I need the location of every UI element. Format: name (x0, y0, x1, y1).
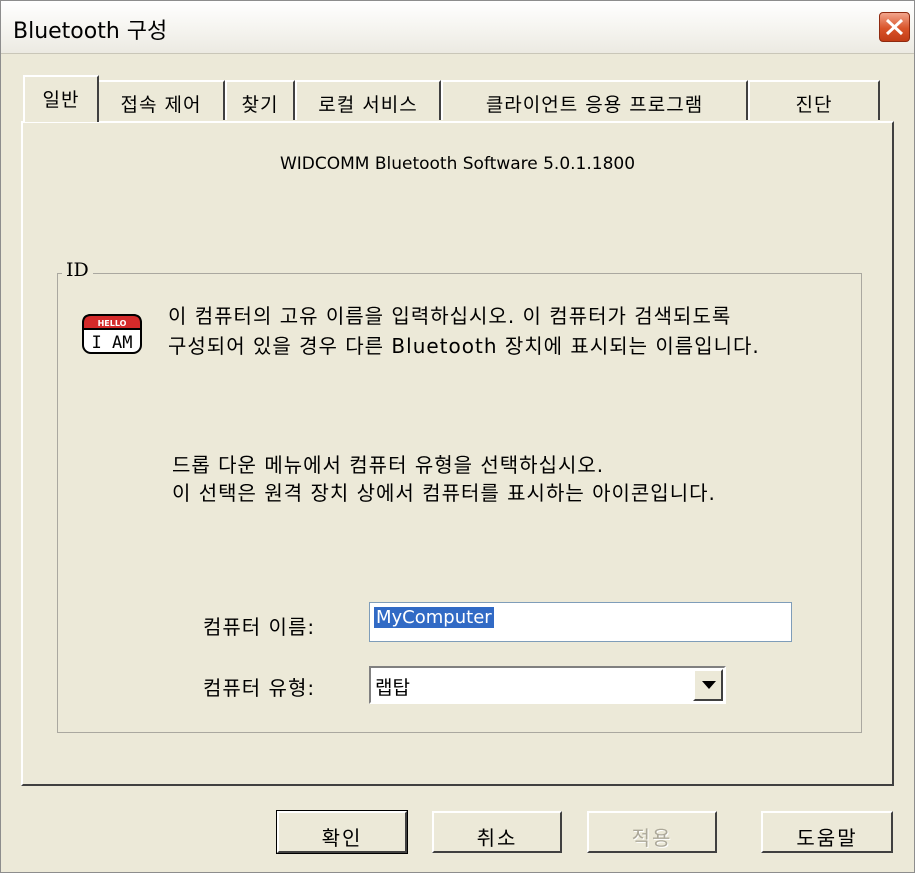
general-tab-panel: WIDCOMM Bluetooth Software 5.0.1.1800 ID… (21, 121, 894, 786)
title-bar[interactable]: Bluetooth 구성 (1, 1, 914, 54)
ok-button[interactable]: 확인 (276, 810, 408, 854)
computer-type-select[interactable]: 랩탑 (369, 666, 726, 704)
computer-type-label: 컴퓨터 유형: (203, 676, 316, 700)
type-description-line2: 이 선택은 원격 장치 상에서 컴퓨터를 표시하는 아이콘입니다. (172, 481, 716, 505)
id-groupbox: ID HELLO I AM 이 컴퓨터의 고유 이름을 입력하십시오. 이 컴퓨… (57, 259, 862, 733)
hello-i-am-icon: HELLO I AM (82, 314, 142, 354)
tab-diagnostics[interactable]: 진단 (748, 80, 880, 120)
tab-connection-control[interactable]: 접속 제어 (97, 80, 225, 120)
help-button[interactable]: 도움말 (761, 811, 893, 853)
type-description-line1: 드롭 다운 메뉴에서 컴퓨터 유형을 선택하십시오. (172, 453, 605, 477)
computer-name-value: MyComputer (374, 607, 494, 628)
bluetooth-config-dialog: Bluetooth 구성 일반 접속 제어 찾기 로컬 서비스 클라이언트 응용… (0, 0, 915, 873)
tab-find[interactable]: 찾기 (225, 80, 295, 120)
computer-type-value: 랩탑 (375, 677, 410, 699)
name-description: 이 컴퓨터의 고유 이름을 입력하십시오. 이 컴퓨터가 검색되도록 구성되어 … (168, 301, 760, 361)
icon-i-am-text: I AM (92, 333, 133, 353)
name-description-line1: 이 컴퓨터의 고유 이름을 입력하십시오. 이 컴퓨터가 검색되도록 (168, 304, 732, 328)
computer-name-input[interactable]: MyComputer (369, 602, 792, 642)
close-icon (885, 18, 904, 36)
window-title: Bluetooth 구성 (13, 19, 168, 44)
close-button[interactable] (879, 12, 910, 42)
cancel-button[interactable]: 취소 (432, 811, 562, 853)
icon-hello-text: HELLO (98, 319, 127, 328)
computer-name-label: 컴퓨터 이름: (203, 615, 316, 639)
id-group-label: ID (62, 259, 93, 281)
dropdown-button[interactable] (693, 669, 723, 701)
tab-general[interactable]: 일반 (23, 75, 99, 122)
tab-local-services[interactable]: 로컬 서비스 (295, 80, 441, 120)
chevron-down-icon (702, 681, 716, 689)
apply-button[interactable]: 적용 (587, 811, 717, 853)
tab-client-applications[interactable]: 클라이언트 응용 프로그램 (441, 80, 748, 120)
name-description-line2: 구성되어 있을 경우 다른 Bluetooth 장치에 표시되는 이름입니다. (168, 334, 760, 358)
software-version: WIDCOMM Bluetooth Software 5.0.1.1800 (279, 154, 636, 174)
type-description: 드롭 다운 메뉴에서 컴퓨터 유형을 선택하십시오. 이 선택은 원격 장치 상… (172, 451, 716, 507)
